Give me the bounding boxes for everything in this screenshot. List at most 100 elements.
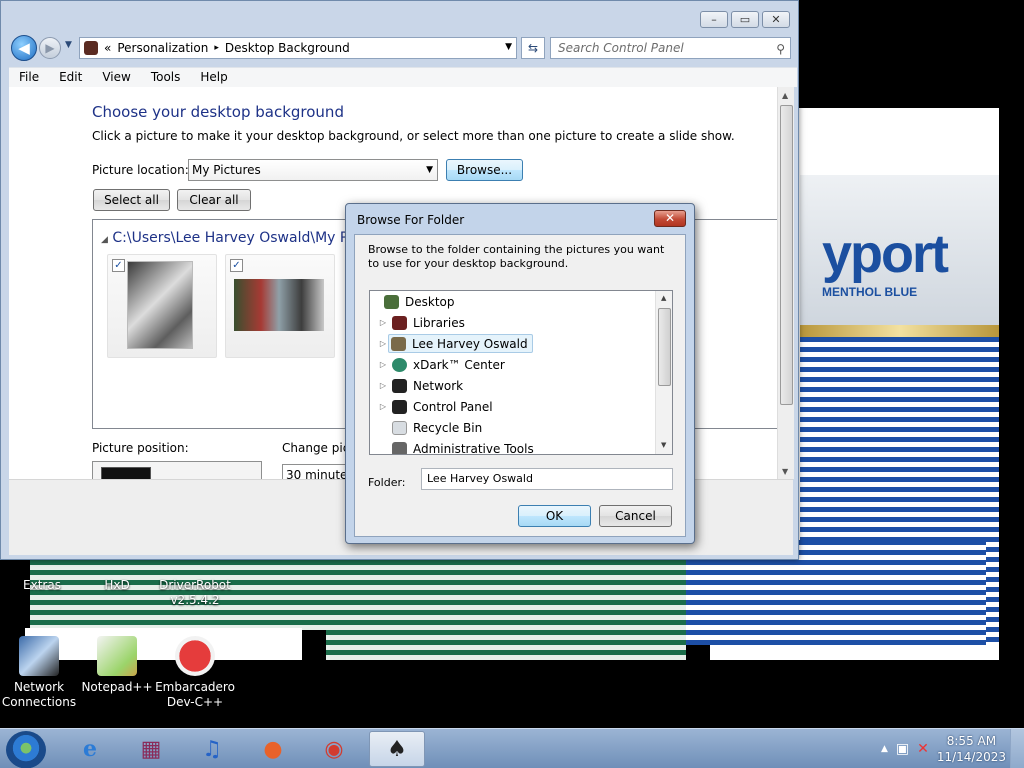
cancel-button[interactable]: Cancel xyxy=(599,505,672,527)
expand-icon[interactable]: ▷ xyxy=(378,339,388,348)
select-all-button[interactable]: Select all xyxy=(93,189,170,211)
menu-help[interactable]: Help xyxy=(190,68,237,87)
scroll-down-icon[interactable]: ▼ xyxy=(782,467,788,476)
scroll-up-icon[interactable]: ▲ xyxy=(661,294,666,302)
thumbnail-checkbox[interactable]: ✓ xyxy=(112,259,125,272)
tree-scrollbar[interactable]: ▲ ▼ xyxy=(655,291,672,454)
breadcrumb-separator-icon[interactable]: ▸ xyxy=(214,43,219,53)
clear-all-button[interactable]: Clear all xyxy=(177,189,251,211)
personalization-icon[interactable]: ♠ xyxy=(369,731,425,767)
picture-location-select[interactable]: My Pictures ▼ xyxy=(188,159,438,181)
expand-icon[interactable]: ▷ xyxy=(378,381,388,390)
breadcrumb-desktop-background[interactable]: Desktop Background xyxy=(225,41,350,55)
refresh-button[interactable]: ⇆ xyxy=(521,37,545,59)
desktop-icon-label: Embarcadero Dev-C++ xyxy=(155,680,235,709)
expand-icon[interactable]: ▷ xyxy=(378,318,388,327)
breadcrumb-overflow[interactable]: « xyxy=(104,41,111,55)
picture-position-select[interactable] xyxy=(92,461,262,479)
maximize-button[interactable]: ▭ xyxy=(731,11,759,28)
browse-for-folder-dialog: Browse For Folder ✕ Browse to the folder… xyxy=(345,203,695,544)
tree-item-label: Desktop xyxy=(405,294,455,309)
folder-input[interactable]: Lee Harvey Oswald xyxy=(421,468,673,490)
search-icon[interactable]: ⚲ xyxy=(776,39,785,59)
expand-icon[interactable]: ▷ xyxy=(378,360,388,369)
picture-location-label: Picture location: xyxy=(92,163,189,177)
menu-edit[interactable]: Edit xyxy=(49,68,92,87)
picture-thumbnail[interactable]: ✓ xyxy=(225,254,335,358)
tree-item-libraries[interactable]: ▷ Libraries xyxy=(378,312,465,333)
tree-item-label: Network xyxy=(413,378,464,393)
clock-date: 11/14/2023 xyxy=(936,750,1006,764)
recent-pages-button[interactable]: ▼ xyxy=(65,40,72,50)
expand-icon[interactable]: ▷ xyxy=(378,402,388,411)
menu-view[interactable]: View xyxy=(92,68,140,87)
back-button[interactable]: ◀ xyxy=(11,35,37,61)
scrollbar-thumb[interactable] xyxy=(780,105,793,405)
tree-item-recycle-bin[interactable]: Recycle Bin xyxy=(378,417,482,438)
tree-item-desktop[interactable]: Desktop xyxy=(370,291,455,312)
tray-overflow-icon[interactable]: ▲ xyxy=(881,744,888,754)
tree-item-user-folder[interactable]: ▷ Lee Harvey Oswald xyxy=(378,333,533,354)
content-scrollbar[interactable]: ▲ ▼ xyxy=(777,87,794,479)
change-interval-select[interactable]: 30 minutes xyxy=(282,464,354,479)
scrollbar-thumb[interactable] xyxy=(658,308,671,386)
tree-item-label: Recycle Bin xyxy=(413,420,483,435)
desktop-icon xyxy=(384,294,399,309)
control-panel-icon xyxy=(84,41,98,55)
thumbnail-image xyxy=(127,261,193,349)
show-desktop-button[interactable] xyxy=(1010,729,1024,768)
scroll-down-icon[interactable]: ▼ xyxy=(661,441,666,449)
tree-item-admin-tools[interactable]: Administrative Tools xyxy=(378,438,534,454)
menu-tools[interactable]: Tools xyxy=(141,68,191,87)
address-bar[interactable]: « Personalization ▸ Desktop Background ▼ xyxy=(79,37,517,59)
tree-item-selection: Lee Harvey Oswald xyxy=(388,334,533,353)
close-button[interactable]: ✕ xyxy=(762,11,790,28)
tree-item-control-panel[interactable]: ▷ Control Panel xyxy=(378,396,493,417)
folder-tree[interactable]: Desktop ▷ Libraries ▷ Lee Harvey Oswald … xyxy=(369,290,673,455)
tree-item-label: xDark™ Center xyxy=(413,357,505,372)
internet-explorer-icon[interactable]: e xyxy=(62,731,118,767)
winrar-icon[interactable]: ▦ xyxy=(123,731,179,767)
devcpp-icon xyxy=(175,636,215,676)
tree-item-xdark-center[interactable]: ▷ xDark™ Center xyxy=(378,354,505,375)
itunes-icon[interactable]: ♫ xyxy=(184,731,240,767)
dialog-close-button[interactable]: ✕ xyxy=(654,210,686,227)
wallpaper-band xyxy=(710,645,999,660)
search-placeholder: Search Control Panel xyxy=(558,41,684,55)
dialog-body: Browse to the folder containing the pict… xyxy=(354,234,686,537)
desktop-icon-notepadpp[interactable]: Notepad++ xyxy=(75,636,159,695)
tree-item-network[interactable]: ▷ Network xyxy=(378,375,463,396)
search-input[interactable]: Search Control Panel ⚲ xyxy=(550,37,791,59)
clock[interactable]: 8:55 AM 11/14/2023 xyxy=(937,733,1006,765)
chrome-icon[interactable]: ◉ xyxy=(306,731,362,767)
network-icon xyxy=(392,378,407,393)
forward-button[interactable]: ▶ xyxy=(39,37,61,59)
change-picture-label: Change pict xyxy=(282,441,354,455)
breadcrumb-personalization[interactable]: Personalization xyxy=(117,41,208,55)
picture-thumbnail[interactable]: ✓ xyxy=(107,254,217,358)
collapse-icon[interactable]: ◢ xyxy=(101,235,108,245)
address-dropdown-icon[interactable]: ▼ xyxy=(505,42,512,52)
thumbnail-checkbox[interactable]: ✓ xyxy=(230,259,243,272)
desktop-icon-extras[interactable]: Extras xyxy=(0,578,84,593)
gallery-group-header[interactable]: ◢ C:\Users\Lee Harvey Oswald\My Pic xyxy=(101,230,360,246)
tree-item-label: Control Panel xyxy=(413,399,493,414)
navigation-bar: ◀ ▶ ▼ « Personalization ▸ Desktop Backgr… xyxy=(9,34,793,62)
scroll-up-icon[interactable]: ▲ xyxy=(782,91,788,100)
minimize-button[interactable]: – xyxy=(700,11,728,28)
network-tray-icon[interactable]: ▣ xyxy=(896,741,909,757)
ok-button[interactable]: OK xyxy=(518,505,591,527)
desktop-icon-driverrobot[interactable]: DriverRobot v2.5.4.2 xyxy=(153,578,237,608)
desktop-icon-devcpp[interactable]: Embarcadero Dev-C++ xyxy=(153,636,237,710)
desktop-icon-network-connections[interactable]: Network Connections xyxy=(0,636,81,710)
menu-bar: File Edit View Tools Help xyxy=(9,67,797,87)
browse-button[interactable]: Browse... xyxy=(446,159,523,181)
notepadpp-icon xyxy=(97,636,137,676)
firefox-icon[interactable]: ● xyxy=(245,731,301,767)
start-button[interactable] xyxy=(6,731,46,768)
desktop-icon-hxd[interactable]: HxD xyxy=(75,578,159,593)
desktop-icon-label: Notepad++ xyxy=(81,680,153,694)
menu-file[interactable]: File xyxy=(9,68,49,87)
volume-muted-icon[interactable]: ✕ xyxy=(917,741,929,757)
gallery-path: C:\Users\Lee Harvey Oswald\My Pic xyxy=(112,230,360,246)
